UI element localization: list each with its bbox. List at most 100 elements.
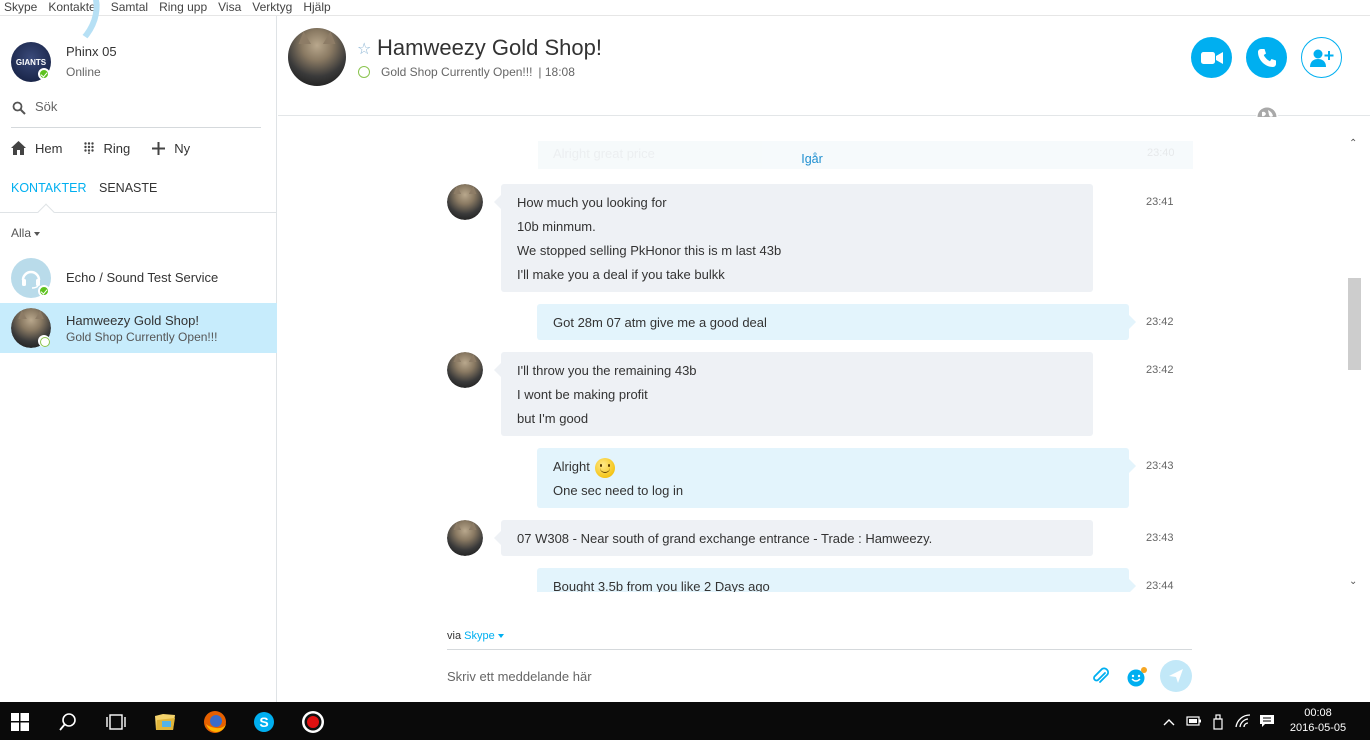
windows-start-icon[interactable] <box>8 710 32 734</box>
clock-time: 00:08 <box>1304 707 1332 719</box>
compose-area <box>447 649 1192 701</box>
message-history[interactable]: Alright great price 23:40 Igår How much … <box>278 117 1346 592</box>
via-label: via <box>447 630 462 642</box>
record-app-icon[interactable] <box>301 710 325 734</box>
avatar-logo-text: GIANTS <box>15 57 47 67</box>
profile-card[interactable]: GIANTS Phinx 05 Online <box>0 0 277 96</box>
cat-avatar-image <box>447 520 483 556</box>
contact-mood: Gold Shop Currently Open!!! <box>66 330 218 344</box>
smiley-emoticon-icon <box>595 457 616 478</box>
message-time: 23:43 <box>1146 532 1174 544</box>
profile-name: Phinx 05 <box>66 44 117 59</box>
cat-avatar-image <box>447 352 483 388</box>
message-bubble[interactable]: Alright One sec need to log in <box>537 448 1136 508</box>
nav-row: Hem Ring Ny <box>11 138 212 158</box>
search-input[interactable] <box>35 99 255 114</box>
scroll-down-icon[interactable]: ⌄ <box>1349 576 1357 587</box>
message-bubble[interactable]: 07 W308 - Near south of grand exchange e… <box>494 520 1093 556</box>
active-tab-pointer <box>37 203 55 221</box>
search-icon <box>12 101 26 115</box>
favorite-star-icon[interactable]: ☆ <box>357 39 371 59</box>
contact-echo[interactable]: Echo / Sound Test Service <box>0 253 277 303</box>
sender-avatar[interactable] <box>447 520 483 556</box>
tab-contacts[interactable]: KONTAKTER <box>11 181 86 195</box>
contact-name: Hamweezy Gold Shop! <box>66 313 199 328</box>
menu-samtal[interactable]: Samtal <box>107 0 155 15</box>
emoticon-icon[interactable] <box>1126 666 1148 688</box>
message-line: but I'm good <box>517 411 589 426</box>
system-clock[interactable]: 00:08 2016-05-05 <box>1286 706 1350 736</box>
sender-avatar[interactable] <box>447 352 483 388</box>
menu-ring-upp[interactable]: Ring upp <box>155 0 214 15</box>
local-time: | 18:08 <box>538 65 575 79</box>
profile-status: Online <box>66 65 101 79</box>
message-time: 23:42 <box>1146 316 1174 328</box>
cat-avatar-image <box>288 28 346 86</box>
send-arrow-icon <box>1169 669 1183 683</box>
plus-icon <box>152 141 166 155</box>
conversation-mood: Gold Shop Currently Open!!! | 18:08 <box>358 65 575 79</box>
message-line: I'll make you a deal if you take bulkk <box>517 267 725 282</box>
tab-recent[interactable]: SENASTE <box>99 181 157 195</box>
message-text: Alright <box>553 459 590 474</box>
file-explorer-icon[interactable] <box>153 710 177 734</box>
message-line: One sec need to log in <box>553 483 684 498</box>
svg-text:S: S <box>259 714 268 730</box>
audio-call-button[interactable] <box>1246 37 1287 78</box>
menu-hjalp[interactable]: Hjälp <box>299 0 337 15</box>
contacts-filter[interactable]: Alla <box>11 226 41 240</box>
add-user-icon <box>1309 49 1333 67</box>
sender-avatar[interactable] <box>447 184 483 220</box>
message-input[interactable] <box>447 669 1047 684</box>
message-bubble[interactable]: Bought 3.5b from you like 2 Days ago <box>537 568 1136 592</box>
search-box[interactable] <box>11 96 261 128</box>
call-label: Ring <box>103 140 131 156</box>
message-bubble[interactable]: How much you looking for 10b minmum. We … <box>494 184 1093 292</box>
mood-status-icon <box>358 66 370 78</box>
attach-icon[interactable] <box>1092 666 1110 686</box>
battery-icon[interactable] <box>1186 714 1202 732</box>
phone-icon <box>1257 48 1276 67</box>
skype-taskbar-icon[interactable]: S <box>252 710 276 734</box>
sidebar: GIANTS Phinx 05 Online Hem Ring Ny KONTA… <box>0 0 277 702</box>
home-button[interactable]: Hem <box>11 138 62 158</box>
chevron-up-icon[interactable] <box>1163 714 1175 732</box>
menu-visa[interactable]: Visa <box>214 0 248 15</box>
call-button[interactable]: Ring <box>84 138 130 158</box>
conversation-avatar[interactable] <box>288 28 346 86</box>
online-status-icon <box>38 68 50 80</box>
windows-taskbar: S 00:08 2016-05-05 <box>0 702 1370 740</box>
headset-icon <box>21 270 41 289</box>
contact-tabs: KONTAKTER SENASTE <box>0 180 277 221</box>
home-icon <box>11 141 26 155</box>
menu-verktyg[interactable]: Verktyg <box>248 0 299 15</box>
cat-avatar-image <box>447 184 483 220</box>
message-time: 23:43 <box>1146 460 1174 472</box>
new-button[interactable]: Ny <box>152 138 190 158</box>
message-bubble[interactable]: Got 28m 07 atm give me a good deal <box>537 304 1136 340</box>
contact-hamweezy[interactable]: Hamweezy Gold Shop! Gold Shop Currently … <box>0 303 277 353</box>
search-icon[interactable] <box>56 710 80 734</box>
firefox-icon[interactable] <box>203 710 227 734</box>
message-time: 23:42 <box>1146 364 1174 376</box>
mood-status-icon <box>38 335 50 347</box>
send-button[interactable] <box>1160 660 1192 692</box>
usb-device-icon[interactable] <box>1211 714 1225 735</box>
menu-bar: Skype Kontakter Samtal Ring upp Visa Ver… <box>0 0 1370 16</box>
message-line: 10b minmum. <box>517 219 596 234</box>
task-view-icon[interactable] <box>104 710 128 734</box>
conversation-header: ☆ Hamweezy Gold Shop! Gold Shop Currentl… <box>278 16 1370 128</box>
message-bubble[interactable]: I'll throw you the remaining 43b I wont … <box>494 352 1093 436</box>
new-label: Ny <box>174 140 191 156</box>
send-via-selector[interactable]: via Skype <box>447 630 504 642</box>
scroll-thumb[interactable] <box>1348 278 1361 370</box>
message-time: 23:44 <box>1146 580 1174 592</box>
wifi-icon[interactable] <box>1235 714 1251 733</box>
message-line: We stopped selling PkHonor this is m las… <box>517 243 782 258</box>
add-people-button[interactable] <box>1301 37 1342 78</box>
notifications-icon[interactable] <box>1259 714 1275 733</box>
chat-scrollbar[interactable]: ⌃ ⌄ <box>1346 136 1362 592</box>
scroll-up-icon[interactable]: ⌃ <box>1349 138 1357 149</box>
video-call-button[interactable] <box>1191 37 1232 78</box>
message-line: Bought 3.5b from you like 2 Days ago <box>553 579 770 592</box>
